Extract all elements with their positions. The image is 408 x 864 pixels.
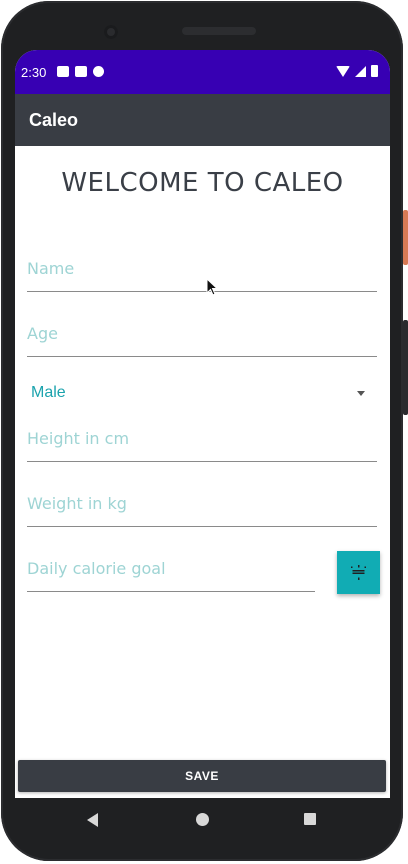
app-bar: Caleo	[15, 94, 390, 146]
calculate-calories-button[interactable]	[337, 551, 380, 594]
earpiece-speaker	[182, 27, 256, 35]
save-button[interactable]: SAVE	[18, 760, 386, 792]
calorie-goal-input[interactable]: Daily calorie goal	[27, 555, 315, 592]
mouse-cursor-icon	[206, 278, 218, 296]
sd-card-icon	[75, 66, 87, 77]
gender-dropdown[interactable]: Male	[27, 378, 377, 410]
height-placeholder: Height in cm	[27, 429, 130, 448]
age-input[interactable]: Age	[27, 320, 377, 357]
front-camera	[104, 25, 118, 39]
status-bar: 2:30	[15, 50, 390, 94]
status-system-icons	[336, 65, 378, 77]
power-button[interactable]	[403, 210, 408, 265]
phone-frame: 2:30 Caleo WELCOME TO CALEO Name Age Mal…	[0, 0, 408, 864]
home-icon[interactable]	[196, 813, 209, 826]
dropdown-arrow-icon	[357, 391, 365, 396]
app-title: Caleo	[29, 110, 79, 130]
data-saver-icon	[93, 66, 104, 77]
height-input[interactable]: Height in cm	[27, 425, 377, 462]
gender-selected-value: Male	[31, 384, 66, 401]
calculator-icon	[351, 565, 366, 580]
back-icon[interactable]	[87, 813, 98, 827]
welcome-heading: WELCOME TO CALEO	[61, 168, 344, 198]
status-time: 2:30	[21, 65, 47, 80]
gmail-icon	[57, 66, 69, 77]
calorie-goal-placeholder: Daily calorie goal	[27, 559, 166, 578]
name-input[interactable]: Name	[27, 255, 377, 292]
wifi-icon	[336, 65, 350, 77]
name-placeholder: Name	[27, 259, 75, 278]
weight-placeholder: Weight in kg	[27, 494, 127, 513]
app-screen: 2:30 Caleo WELCOME TO CALEO Name Age Mal…	[15, 50, 390, 798]
navigation-bar	[15, 798, 390, 842]
weight-input[interactable]: Weight in kg	[27, 490, 377, 527]
recents-icon[interactable]	[304, 813, 316, 825]
status-notification-icons	[57, 66, 104, 77]
battery-icon	[371, 65, 378, 77]
age-placeholder: Age	[27, 324, 58, 343]
volume-button[interactable]	[403, 320, 408, 415]
signal-icon	[355, 65, 366, 77]
